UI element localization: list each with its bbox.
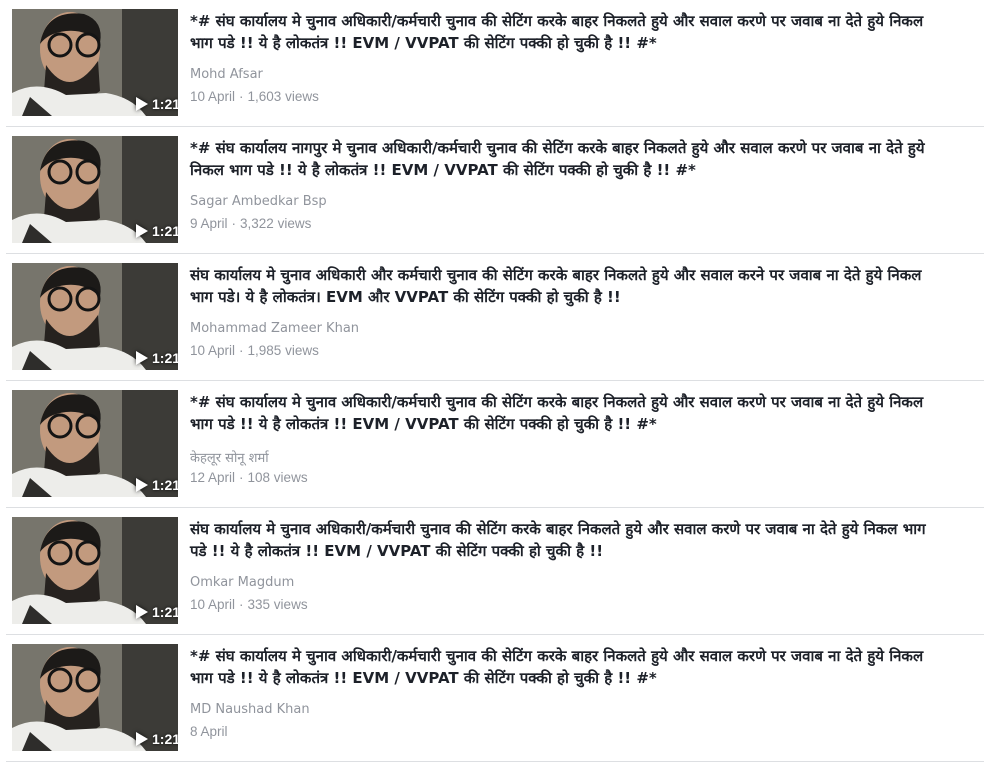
video-thumbnail[interactable]: 1:21 [12,644,178,751]
video-author[interactable]: Omkar Magdum [190,575,294,590]
meta-separator: · [239,343,244,358]
video-duration: 1:21 [136,94,178,114]
video-result-item: 1:21 *# संघ कार्यालय मे चुनाव अधिकारी/कर… [0,635,984,762]
video-author[interactable]: केहलूर सोनू शर्मा [190,448,269,466]
duration-label: 1:21 [152,96,178,112]
video-thumbnail[interactable]: 1:21 [12,263,178,370]
video-author[interactable]: Sagar Ambedkar Bsp [190,194,327,209]
video-duration: 1:21 [136,602,178,622]
video-views: 335 views [247,597,308,612]
play-icon [136,732,148,746]
video-views: 108 views [247,470,308,485]
video-duration: 1:21 [136,348,178,368]
video-info: *# संघ कार्यालय नागपुर मे चुनाव अधिकारी/… [190,137,944,181]
play-icon [136,97,148,111]
video-date: 8 April [190,724,228,739]
play-icon [136,478,148,492]
video-meta: 10 April · 335 views [190,597,308,612]
video-result-item: 1:21 संघ कार्यालय मे चुनाव अधिकारी और कर… [0,254,984,381]
video-duration: 1:21 [136,729,178,749]
video-title-link[interactable]: संघ कार्यालय मे चुनाव अधिकारी/कर्मचारी च… [190,518,944,562]
video-meta: 10 April · 1,603 views [190,89,319,104]
meta-separator: · [239,597,244,612]
video-views: 1,603 views [247,89,319,104]
video-result-item: 1:21 संघ कार्यालय मे चुनाव अधिकारी/कर्मच… [0,508,984,635]
video-result-item: 1:21 *# संघ कार्यालय मे चुनाव अधिकारी/कर… [0,0,984,127]
meta-separator: · [231,216,237,231]
video-views: 3,322 views [240,216,312,231]
video-author[interactable]: Mohd Afsar [190,67,263,82]
video-title-link[interactable]: संघ कार्यालय मे चुनाव अधिकारी और कर्मचार… [190,264,944,308]
video-info: *# संघ कार्यालय मे चुनाव अधिकारी/कर्मचार… [190,391,944,435]
video-date: 9 April [190,216,228,231]
video-thumbnail[interactable]: 1:21 [12,517,178,624]
video-result-item: 1:21 *# संघ कार्यालय नागपुर मे चुनाव अधि… [0,127,984,254]
video-thumbnail[interactable]: 1:21 [12,136,178,243]
duration-label: 1:21 [152,477,178,493]
video-author[interactable]: Mohammad Zameer Khan [190,321,359,336]
duration-label: 1:21 [152,350,178,366]
video-meta: 10 April · 1,985 views [190,343,319,358]
video-date: 10 April [190,597,236,612]
video-title-link[interactable]: *# संघ कार्यालय मे चुनाव अधिकारी/कर्मचार… [190,645,944,689]
duration-label: 1:21 [152,731,178,747]
video-info: *# संघ कार्यालय मे चुनाव अधिकारी/कर्मचार… [190,645,944,689]
video-duration: 1:21 [136,221,178,241]
duration-label: 1:21 [152,223,178,239]
video-date: 10 April [190,343,236,358]
play-icon [136,224,148,238]
video-duration: 1:21 [136,475,178,495]
video-meta: 9 April · 3,322 views [190,216,311,231]
video-title-link[interactable]: *# संघ कार्यालय मे चुनाव अधिकारी/कर्मचार… [190,391,944,435]
video-author[interactable]: MD Naushad Khan [190,702,310,717]
video-date: 10 April [190,89,236,104]
video-views: 1,985 views [247,343,319,358]
video-meta: 12 April · 108 views [190,470,308,485]
video-info: संघ कार्यालय मे चुनाव अधिकारी और कर्मचार… [190,264,944,308]
video-result-item: 1:21 *# संघ कार्यालय मे चुनाव अधिकारी/कर… [0,381,984,508]
video-thumbnail[interactable]: 1:21 [12,390,178,497]
video-title-link[interactable]: *# संघ कार्यालय मे चुनाव अधिकारी/कर्मचार… [190,10,944,54]
video-info: *# संघ कार्यालय मे चुनाव अधिकारी/कर्मचार… [190,10,944,54]
meta-separator: · [239,470,244,485]
video-meta: 8 April [190,724,236,739]
play-icon [136,351,148,365]
video-info: संघ कार्यालय मे चुनाव अधिकारी/कर्मचारी च… [190,518,944,562]
video-thumbnail[interactable]: 1:21 [12,9,178,116]
video-title-link[interactable]: *# संघ कार्यालय नागपुर मे चुनाव अधिकारी/… [190,137,944,181]
video-date: 12 April [190,470,236,485]
play-icon [136,605,148,619]
duration-label: 1:21 [152,604,178,620]
meta-separator: · [239,89,244,104]
